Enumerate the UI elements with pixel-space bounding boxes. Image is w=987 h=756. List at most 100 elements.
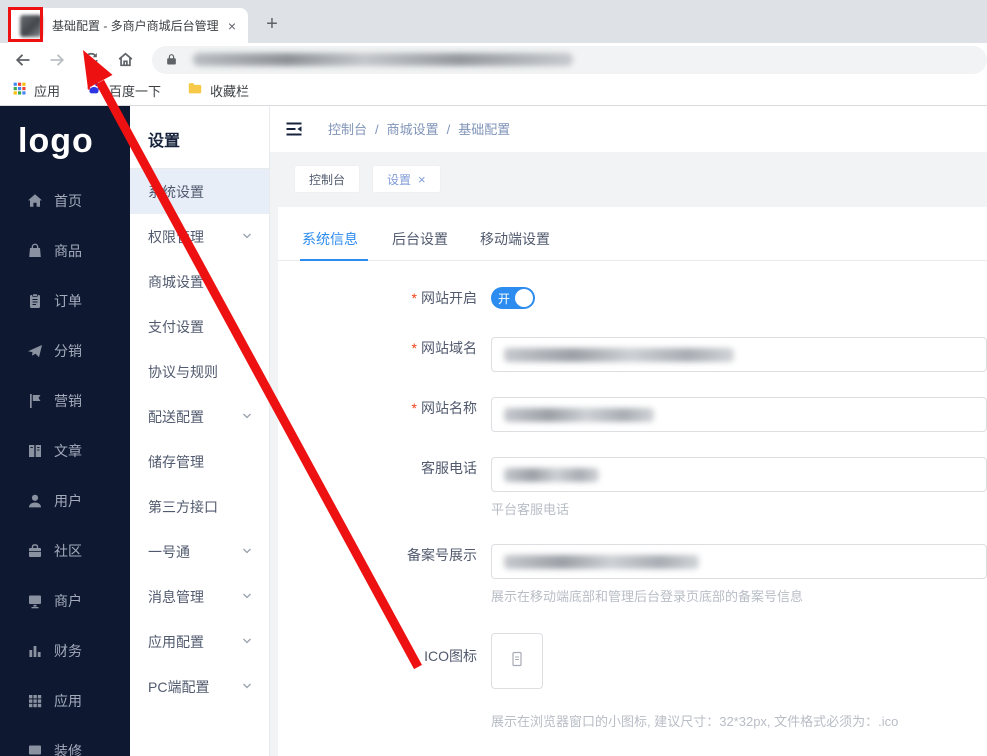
sidebar-item-label: 商户 (54, 593, 82, 609)
field-label: 备案号展示 (278, 544, 477, 606)
submenu-item-8[interactable]: 第三方接口 (130, 484, 269, 529)
tab-title: 基础配置 - 多商户商城后台管理 (52, 19, 219, 33)
sidebar-item-label: 装修 (54, 743, 82, 756)
field-label-text: 网站域名 (421, 340, 477, 356)
sidebar-item-1[interactable]: 首页 (0, 176, 130, 226)
field-control (491, 337, 987, 372)
tab-close-icon[interactable]: × (224, 18, 240, 34)
form-row-3: * 网站名称 (278, 397, 987, 432)
sidebar-item-label: 订单 (54, 293, 82, 309)
sidebar-item-2[interactable]: 商品 (0, 226, 130, 276)
sidebar-item-5[interactable]: 营销 (0, 376, 130, 426)
sidebar-item-label: 分销 (54, 343, 82, 359)
forward-icon[interactable] (44, 47, 70, 73)
breadcrumb-item[interactable]: 商城设置 (387, 122, 439, 137)
chevron-down-icon (241, 229, 253, 245)
form-row-4: 客服电话 平台客服电话 (278, 457, 987, 519)
submenu-item-9[interactable]: 一号通 (130, 529, 269, 574)
ico-upload-box[interactable] (491, 633, 543, 689)
submenu-item-2[interactable]: 权限管理 (130, 214, 269, 259)
home-icon (26, 192, 44, 210)
tag-1[interactable]: 控制台 (294, 165, 361, 194)
redacted-value (504, 407, 654, 422)
sidebar-item-3[interactable]: 订单 (0, 276, 130, 326)
tab-2[interactable]: 后台设置 (376, 231, 464, 260)
field-label-text: 客服电话 (421, 460, 477, 476)
submenu-item-12[interactable]: PC端配置 (130, 664, 269, 709)
field-control: 平台客服电话 (491, 457, 987, 519)
screen: 基础配置 - 多商户商城后台管理 × + 应用 百度一下 收藏栏 logo 首页商 (0, 0, 987, 756)
submenu-item-label: PC端配置 (148, 678, 210, 695)
submenu-item-4[interactable]: 支付设置 (130, 304, 269, 349)
text-input[interactable] (491, 544, 987, 579)
sidebar-item-6[interactable]: 文章 (0, 426, 130, 476)
field-label: * 网站域名 (278, 337, 477, 372)
breadcrumb-item[interactable]: 控制台 (328, 122, 367, 137)
address-bar[interactable] (152, 45, 987, 74)
submenu-item-label: 配送配置 (148, 408, 204, 425)
submenu-item-3[interactable]: 商城设置 (130, 259, 269, 304)
text-input[interactable] (491, 397, 987, 432)
new-tab-button[interactable]: + (258, 10, 286, 38)
annotation-highlight-box (8, 7, 43, 42)
browser-tab[interactable]: 基础配置 - 多商户商城后台管理 × (8, 8, 248, 43)
bookmarks-bar: 应用 百度一下 收藏栏 (0, 76, 987, 106)
field-label: * 网站开启 (278, 287, 477, 309)
field-label-text: 备案号展示 (407, 547, 477, 563)
apps-icon (26, 692, 44, 710)
settings-card: 系统信息 后台设置 移动端设置 * 网站开启开 * 网站域名 * 网站名称 客服电话 平台客服电话… (278, 207, 987, 756)
sidebar-item-label: 应用 (54, 693, 82, 709)
bookmark-item[interactable]: 百度一下 (86, 80, 161, 101)
text-input[interactable] (491, 337, 987, 372)
tab-1[interactable]: 系统信息 (300, 231, 376, 261)
redacted-value (504, 554, 699, 569)
marketing-flag-icon (26, 392, 44, 410)
bookmark-item[interactable]: 收藏栏 (187, 80, 249, 101)
distribution-plane-icon (26, 342, 44, 360)
logo[interactable]: logo (0, 106, 130, 176)
sidebar-item-4[interactable]: 分销 (0, 326, 130, 376)
submenu-item-10[interactable]: 消息管理 (130, 574, 269, 619)
refresh-icon[interactable] (78, 47, 104, 73)
baidu-paw-icon (86, 80, 102, 101)
submenu-item-6[interactable]: 配送配置 (130, 394, 269, 439)
required-asterisk: * (411, 400, 417, 416)
submenu-item-label: 权限管理 (148, 228, 204, 245)
chevron-down-icon (241, 589, 253, 605)
page-header: 控制台 / 商城设置 / 基础配置 (270, 106, 987, 152)
website-enable-switch[interactable]: 开 (491, 287, 535, 309)
tag-close-icon[interactable]: × (418, 172, 426, 187)
bookmark-item[interactable]: 应用 (12, 81, 60, 101)
back-icon[interactable] (10, 47, 36, 73)
sidebar-nav: 首页商品订单分销营销 文章 用户 社区商户财务应用装修 (0, 176, 130, 756)
tab-3[interactable]: 移动端设置 (464, 231, 566, 260)
switch-on-label: 开 (498, 291, 511, 306)
breadcrumb-separator: / (375, 122, 379, 138)
sidebar-item-12[interactable]: 装修 (0, 726, 130, 756)
sidebar-item-10[interactable]: 财务 (0, 626, 130, 676)
text-input[interactable] (491, 457, 987, 492)
sidebar-item-label: 商品 (54, 243, 82, 259)
tag-2[interactable]: 设置 × (372, 165, 441, 194)
home-icon[interactable] (112, 47, 138, 73)
field-label-text: 网站名称 (421, 400, 477, 416)
submenu-item-1[interactable]: 系统设置 (130, 169, 269, 214)
tag-label: 设置 (387, 172, 412, 187)
submenu-item-7[interactable]: 储存管理 (130, 439, 269, 484)
decorate-monitor-icon (26, 742, 44, 756)
field-label-text: ICO图标 (424, 648, 477, 664)
breadcrumb-item[interactable]: 基础配置 (458, 122, 510, 137)
sidebar-item-9[interactable]: 商户 (0, 576, 130, 626)
submenu-item-5[interactable]: 协议与规则 (130, 349, 269, 394)
submenu-item-label: 系统设置 (148, 183, 204, 200)
field-control: 展示在移动端底部和管理后台登录页底部的备案号信息 (491, 544, 987, 606)
sidebar-item-11[interactable]: 应用 (0, 676, 130, 726)
finance-chart-icon (26, 642, 44, 660)
menu-fold-icon[interactable] (284, 119, 304, 139)
submenu-item-label: 协议与规则 (148, 363, 218, 380)
field-label: * 网站名称 (278, 397, 477, 432)
sidebar-item-8[interactable]: 社区 (0, 526, 130, 576)
submenu-item-11[interactable]: 应用配置 (130, 619, 269, 664)
field-control: 开 (491, 287, 987, 309)
sidebar-item-7[interactable]: 用户 (0, 476, 130, 526)
